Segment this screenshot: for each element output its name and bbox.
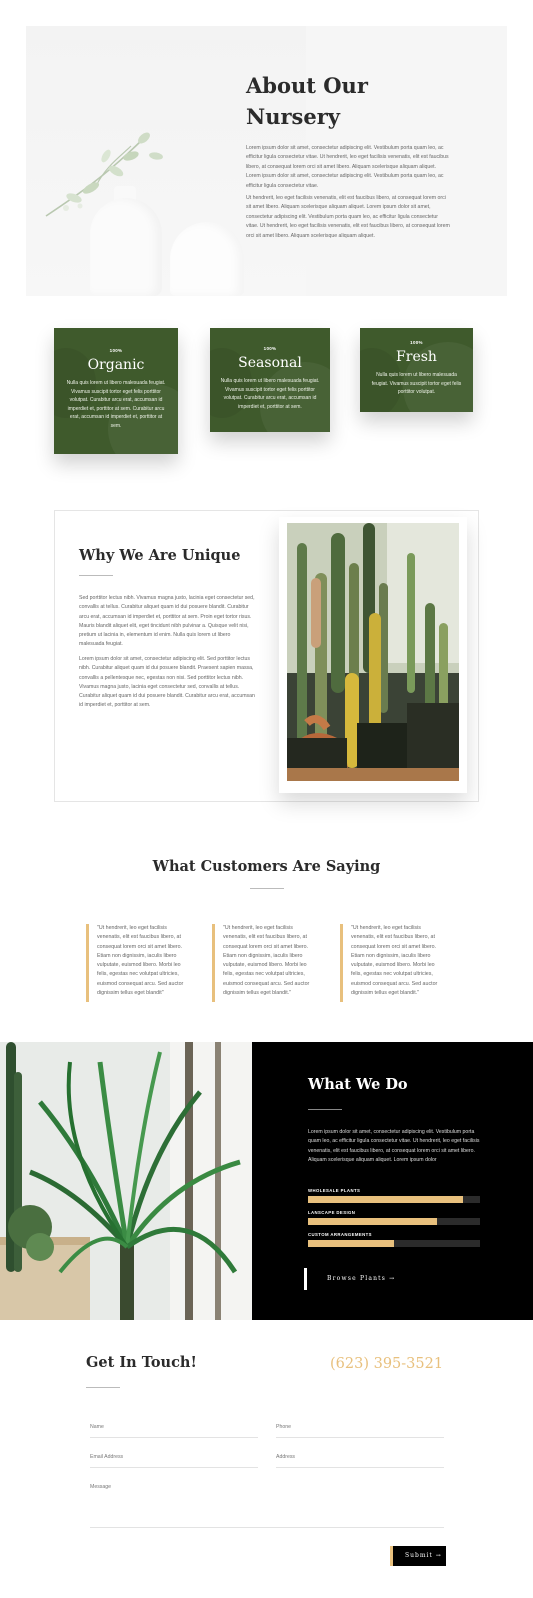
submit-button[interactable]: Submit →	[390, 1546, 446, 1566]
cactus-photo-frame	[279, 517, 467, 793]
email-field[interactable]: Email Address	[90, 1452, 258, 1468]
card-title: Fresh	[396, 349, 437, 365]
about-section: About Our Nursery Lorem ipsum dolor sit …	[26, 26, 507, 296]
card-percent: 100%	[263, 346, 277, 351]
testimonial-quote: "Ut hendrerit, leo eget facilisis venena…	[212, 924, 316, 1002]
divider	[308, 1109, 342, 1110]
browse-plants-button[interactable]: Browse Plants →	[304, 1268, 395, 1290]
card-title: Organic	[87, 357, 145, 373]
divider	[79, 575, 113, 576]
skill-bar-fill	[308, 1240, 394, 1247]
what-we-do-text: Lorem ipsum dolor sit amet, consectetur …	[308, 1129, 480, 1163]
unique-paragraph: Sed porttitor lectus nibh. Vivamus magna…	[79, 595, 255, 648]
vase	[170, 222, 244, 296]
address-field[interactable]: Address	[276, 1452, 444, 1468]
unique-paragraph: Lorem ipsum dolor sit amet, consectetur …	[79, 656, 255, 709]
about-title-line: Nursery	[246, 104, 340, 129]
what-we-do-section: What We Do Lorem ipsum dolor sit amet, c…	[252, 1042, 533, 1320]
divider	[86, 1387, 120, 1388]
card-percent: 100%	[410, 340, 423, 345]
feature-card-seasonal: 100% Seasonal Nulla quis lorem ut libero…	[210, 328, 330, 432]
about-paragraph: Lorem ipsum dolor sit amet, consectetur …	[246, 145, 449, 189]
unique-title: Why We Are Unique	[79, 547, 241, 564]
divider	[250, 888, 284, 889]
card-text: Nulla quis lorem ut libero malesuada feu…	[220, 378, 320, 410]
card-title: Seasonal	[238, 355, 302, 371]
name-field[interactable]: Name	[90, 1422, 258, 1438]
skill-bar	[308, 1196, 480, 1203]
plant-photo	[0, 1042, 252, 1320]
skill-label: LANSCAPE DESIGN	[308, 1210, 356, 1215]
contact-title: Get In Touch!	[86, 1354, 197, 1371]
testimonials-title: What Customers Are Saying	[152, 858, 381, 875]
cactus-photo	[287, 523, 459, 781]
vase	[90, 198, 162, 296]
card-text: Nulla quis lorem ut libero malesuada feu…	[371, 372, 462, 395]
what-we-do-title: What We Do	[308, 1076, 408, 1093]
about-title-line: About Our	[246, 73, 368, 98]
testimonial-quote: "Ut hendrerit, leo eget facilisis venena…	[86, 924, 190, 1002]
skill-bar-fill	[308, 1218, 437, 1225]
card-percent: 100%	[109, 348, 123, 353]
about-paragraph: Ut hendrerit, leo eget facilisis venenat…	[246, 195, 450, 239]
feature-card-fresh: 100% Fresh Nulla quis lorem ut libero ma…	[360, 328, 473, 412]
skill-bar	[308, 1240, 480, 1247]
card-text: Nulla quis lorem ut libero malesuada feu…	[66, 380, 166, 429]
skill-bar	[308, 1218, 480, 1225]
about-title: About Our Nursery	[246, 70, 446, 132]
skill-label: WHOLESALE PLANTS	[308, 1188, 361, 1193]
unique-section: Why We Are Unique Sed porttitor lectus n…	[54, 510, 479, 802]
message-field[interactable]: Message	[90, 1482, 444, 1528]
phone-field[interactable]: Phone	[276, 1422, 444, 1438]
skill-bar-fill	[308, 1196, 463, 1203]
feature-card-organic: 100% Organic Nulla quis lorem ut libero …	[54, 328, 178, 454]
testimonial-quote: "Ut hendrerit, leo eget facilisis venena…	[340, 924, 444, 1002]
skill-label: CUSTOM ARRANGEMENTS	[308, 1232, 372, 1237]
contact-phone[interactable]: (623) 395-3521	[330, 1356, 443, 1372]
